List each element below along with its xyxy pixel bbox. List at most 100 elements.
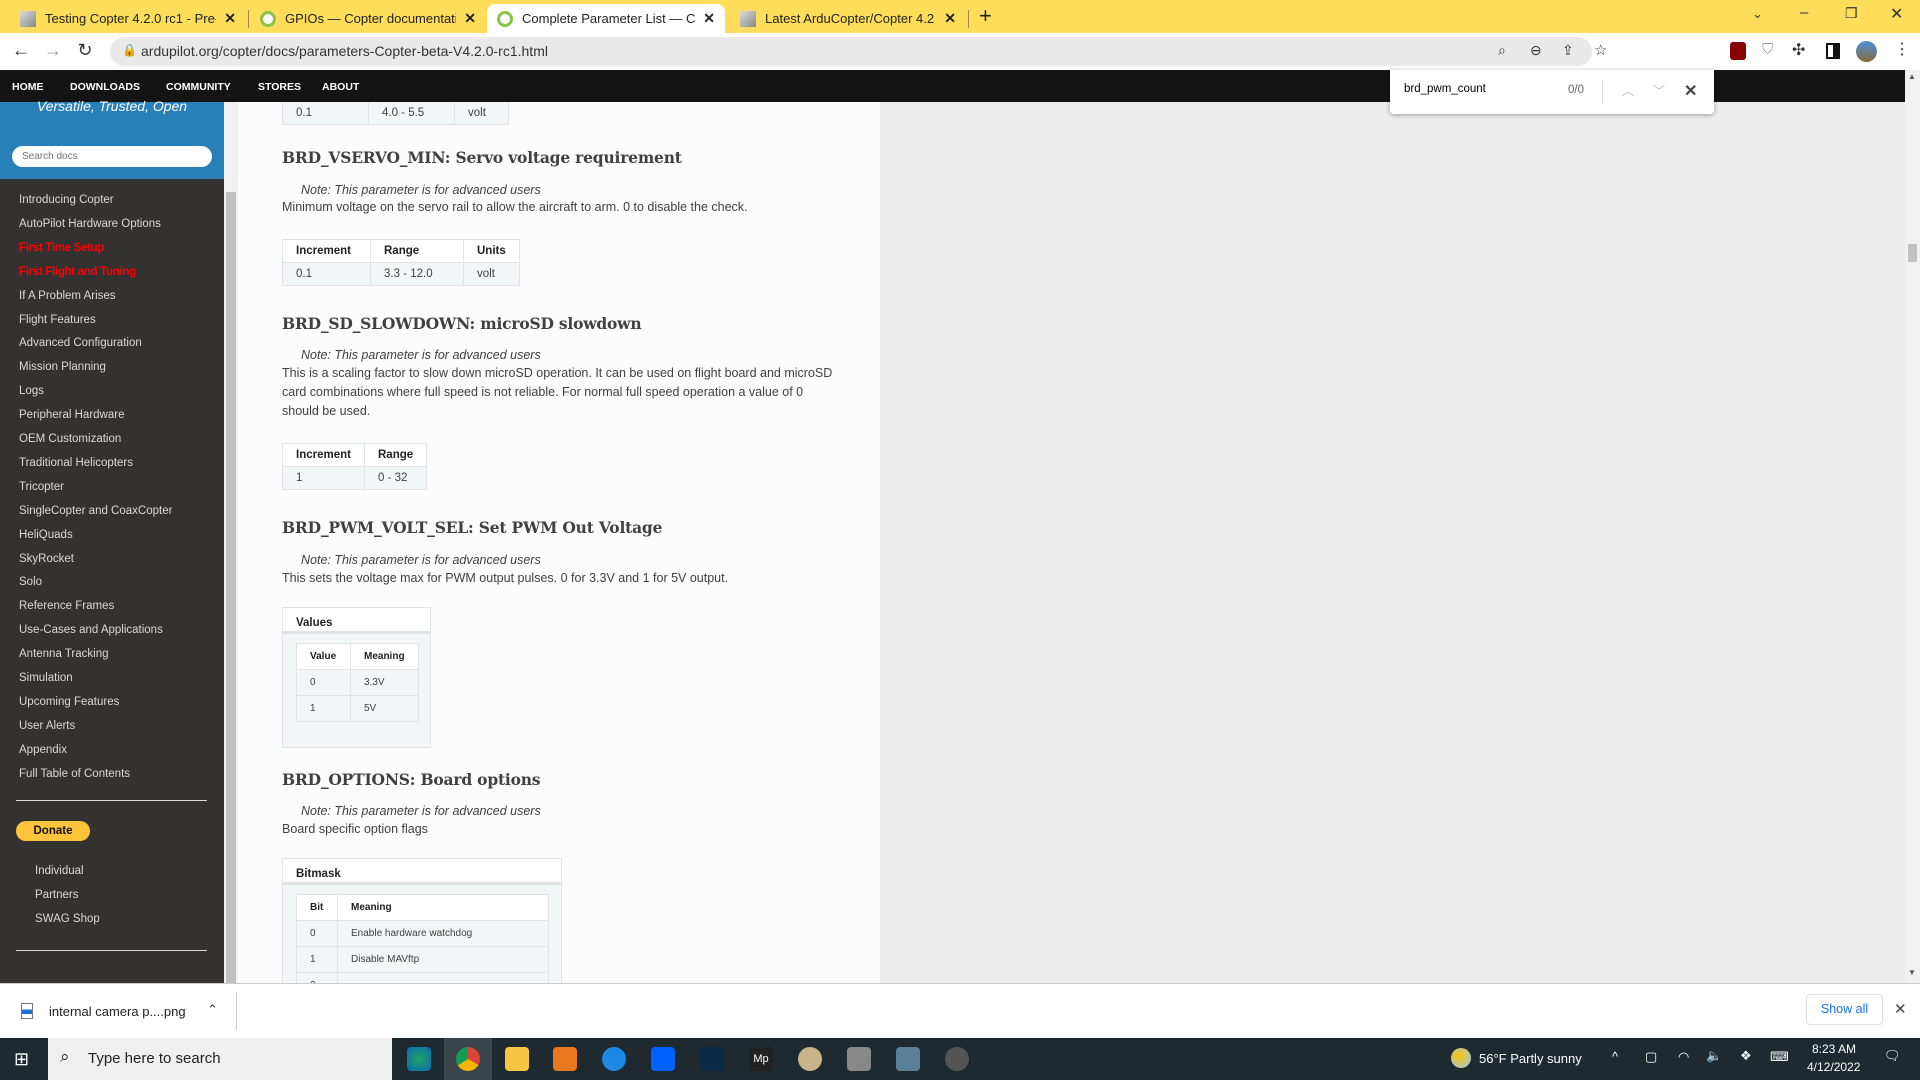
dropbox-tray-icon[interactable]: ❖ <box>1740 1048 1752 1064</box>
sidebar-item-upcoming-features[interactable]: Upcoming Features <box>19 696 119 708</box>
find-next-icon[interactable]: ﹀ <box>1653 82 1665 99</box>
nav-home[interactable]: HOME <box>12 81 44 93</box>
file-explorer-icon[interactable] <box>505 1047 529 1071</box>
wifi-icon[interactable]: ◠ <box>1678 1049 1689 1065</box>
mission-planner-icon[interactable]: Mp <box>749 1047 773 1071</box>
clock-date[interactable]: 4/12/2022 <box>1807 1060 1860 1074</box>
tab-parameter-list[interactable]: Complete Parameter List — Copter ✕ <box>487 4 725 33</box>
close-tab-icon[interactable]: ✕ <box>224 10 236 27</box>
windows-start-icon[interactable]: ⊞ <box>14 1049 29 1070</box>
download-item[interactable]: internal camera p....png ⌃ <box>0 984 237 1038</box>
minimize-button[interactable]: – <box>1800 4 1808 21</box>
meet-now-icon[interactable]: ▢ <box>1645 1049 1657 1065</box>
menu-icon[interactable]: ⋮ <box>1894 39 1910 59</box>
calculator-icon[interactable] <box>896 1047 920 1071</box>
tab-gpios[interactable]: GPIOs — Copter documentation ✕ <box>250 4 486 33</box>
find-input[interactable] <box>1404 83 1554 95</box>
close-tab-icon[interactable]: ✕ <box>703 10 715 27</box>
donate-button[interactable]: Donate <box>16 821 90 841</box>
restore-button[interactable]: ❐ <box>1845 5 1858 22</box>
sidebar-item-autopilot-hardware-options[interactable]: AutoPilot Hardware Options <box>19 218 161 230</box>
share-icon[interactable]: ⇪ <box>1562 42 1574 59</box>
page-scrollbar[interactable]: ▲ ▼ <box>1905 70 1920 983</box>
close-window-button[interactable]: ✕ <box>1890 4 1903 24</box>
sidebar-item-simulation[interactable]: Simulation <box>19 672 73 684</box>
taskbar-search[interactable]: ⌕ Type here to search <box>48 1038 392 1080</box>
sidebar-scrollbar-thumb[interactable] <box>226 192 236 983</box>
sidebar-item-mission-planning[interactable]: Mission Planning <box>19 361 106 373</box>
sidebar-item-advanced-configuration[interactable]: Advanced Configuration <box>19 337 142 349</box>
app-icon[interactable] <box>945 1047 969 1071</box>
sidebar-item-tricopter[interactable]: Tricopter <box>19 481 64 493</box>
sidebar-item-appendix[interactable]: Appendix <box>19 744 67 756</box>
find-previous-icon[interactable]: ︿ <box>1622 82 1634 99</box>
chevron-up-icon[interactable]: ⌃ <box>207 1002 218 1018</box>
sidebar-item-use-cases-and-applications[interactable]: Use-Cases and Applications <box>19 624 163 636</box>
sidebar-item-first-flight-and-tuning[interactable]: First Flight and Tuning <box>19 266 136 278</box>
close-tab-icon[interactable]: ✕ <box>944 10 956 27</box>
avatar[interactable] <box>1856 41 1877 62</box>
sidebar-item-flight-features[interactable]: Flight Features <box>19 314 96 326</box>
extension-shield-icon[interactable]: ⛉ <box>1762 41 1773 58</box>
sidebar-item-antenna-tracking[interactable]: Antenna Tracking <box>19 648 109 660</box>
keyboard-icon[interactable]: ⌨ <box>1770 1049 1789 1065</box>
nav-stores[interactable]: STORES <box>258 81 301 93</box>
nav-community[interactable]: COMMUNITY <box>166 81 231 93</box>
sidebar-item-if-a-problem-arises[interactable]: If A Problem Arises <box>19 290 116 302</box>
sidebar-item-traditional-helicopters[interactable]: Traditional Helicopters <box>19 457 133 469</box>
show-all-button[interactable]: Show all <box>1806 994 1883 1025</box>
tab-testing-copter[interactable]: Testing Copter 4.2.0 rc1 - Pre-Arm ✕ <box>10 4 249 33</box>
scrollbar-thumb[interactable] <box>1908 244 1917 262</box>
address-bar[interactable]: 🔒 ardupilot.org/copter/docs/parameters-C… <box>110 37 1607 66</box>
volume-icon[interactable]: 🔈 <box>1706 1048 1722 1064</box>
new-tab-button[interactable]: + <box>979 3 992 29</box>
ublock-extension-icon[interactable] <box>1730 42 1746 60</box>
sidebar-item-heliquads[interactable]: HeliQuads <box>19 529 73 541</box>
paint-icon[interactable] <box>798 1047 822 1071</box>
side-panel-icon[interactable] <box>1826 43 1840 59</box>
media-player-icon[interactable] <box>553 1047 577 1071</box>
scroll-up-icon[interactable]: ▲ <box>1908 72 1916 81</box>
zoom-icon[interactable]: ⊖ <box>1530 42 1542 59</box>
scroll-down-icon[interactable]: ▼ <box>1908 968 1916 977</box>
donate-partners-link[interactable]: Partners <box>35 889 78 901</box>
chrome-icon[interactable] <box>456 1047 480 1071</box>
kindle-icon[interactable] <box>700 1047 724 1071</box>
extensions-puzzle-icon[interactable]: ✣ <box>1792 40 1805 60</box>
find-in-page-icon[interactable]: ⌕ <box>1498 42 1506 59</box>
find-close-icon[interactable]: ✕ <box>1684 81 1697 101</box>
notifications-icon[interactable]: 🗨 <box>1884 1048 1901 1064</box>
sidebar-item-user-alerts[interactable]: User Alerts <box>19 720 75 732</box>
close-download-bar-icon[interactable]: ✕ <box>1894 1000 1907 1018</box>
clock-time[interactable]: 8:23 AM <box>1812 1042 1856 1056</box>
sidebar-item-first-time-setup[interactable]: First Time Setup <box>19 242 104 254</box>
app-icon[interactable] <box>847 1047 871 1071</box>
reload-icon[interactable]: ↻ <box>74 40 96 61</box>
swag-shop-link[interactable]: SWAG Shop <box>35 913 100 925</box>
nav-downloads[interactable]: DOWNLOADS <box>70 81 140 93</box>
sidebar-item-solo[interactable]: Solo <box>19 576 42 588</box>
bookmark-star-icon[interactable]: ☆ <box>1594 41 1607 59</box>
weather-text[interactable]: 56°F Partly sunny <box>1479 1051 1582 1066</box>
weather-partly-sunny-icon[interactable] <box>1451 1048 1471 1068</box>
sidebar-item-singlecopter-and-coaxcopter[interactable]: SingleCopter and CoaxCopter <box>19 505 172 517</box>
tab-latest-arducopter[interactable]: Latest ArduCopter/Copter 4.2 top ✕ <box>730 4 969 33</box>
donate-individual-link[interactable]: Individual <box>35 865 84 877</box>
close-tab-icon[interactable]: ✕ <box>464 10 476 27</box>
search-docs-input[interactable] <box>12 146 212 167</box>
forward-icon[interactable]: → <box>42 40 64 61</box>
dropbox-icon[interactable] <box>651 1047 675 1071</box>
tab-search-icon[interactable]: ⌄ <box>1752 6 1763 22</box>
app-icon[interactable] <box>602 1047 626 1071</box>
sidebar-item-peripheral-hardware[interactable]: Peripheral Hardware <box>19 409 124 421</box>
edge-icon[interactable] <box>407 1047 431 1071</box>
sidebar-item-full-table-of-contents[interactable]: Full Table of Contents <box>19 768 130 780</box>
sidebar-item-oem-customization[interactable]: OEM Customization <box>19 433 121 445</box>
sidebar-item-reference-frames[interactable]: Reference Frames <box>19 600 114 612</box>
back-icon[interactable]: ← <box>10 40 32 61</box>
chevron-up-icon[interactable]: ^ <box>1612 1049 1618 1064</box>
sidebar-item-introducing-copter[interactable]: Introducing Copter <box>19 194 114 206</box>
sidebar-item-logs[interactable]: Logs <box>19 385 44 397</box>
nav-about[interactable]: ABOUT <box>322 81 359 93</box>
sidebar-item-skyrocket[interactable]: SkyRocket <box>19 553 74 565</box>
